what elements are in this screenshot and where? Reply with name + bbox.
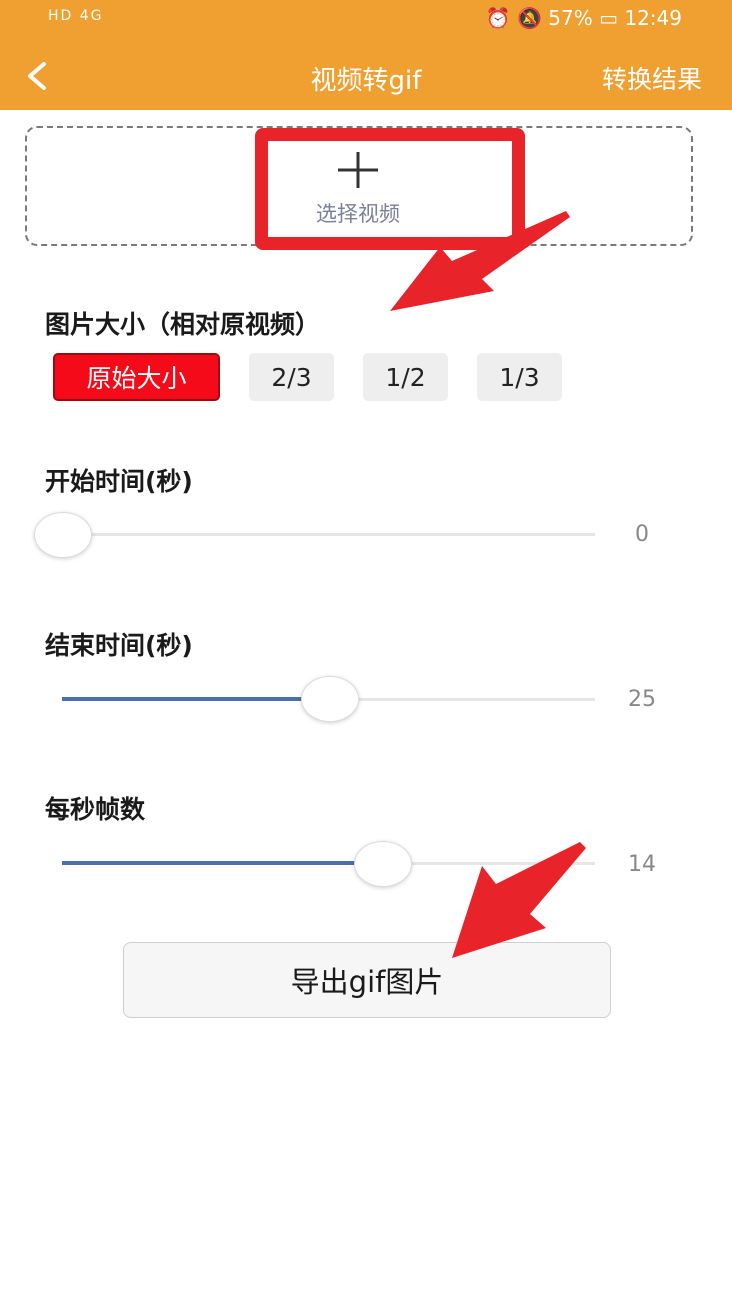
end-time-slider-fill: [62, 697, 328, 701]
mute-icon: 🔕: [517, 6, 542, 30]
app-header: HD 4G ⏰ 🔕 57% ▭ 12:49 视频转gif 转换结果: [0, 0, 732, 110]
status-right: ⏰ 🔕 57% ▭ 12:49: [486, 6, 682, 30]
size-option-half[interactable]: 1/2: [363, 353, 448, 401]
conversion-results-link[interactable]: 转换结果: [602, 60, 702, 96]
end-time-title: 结束时间(秒): [45, 631, 193, 660]
start-time-title: 开始时间(秒): [45, 467, 193, 496]
clock: 12:49: [624, 6, 682, 30]
status-bar: HD 4G ⏰ 🔕 57% ▭ 12:49: [0, 0, 732, 40]
battery-percent: 57%: [548, 6, 593, 30]
annotation-highlight-box: [255, 128, 525, 250]
fps-value: 14: [628, 852, 656, 877]
size-option-two-thirds[interactable]: 2/3: [249, 353, 334, 401]
image-size-title: 图片大小（相对原视频）: [45, 310, 321, 339]
size-option-one-third[interactable]: 1/3: [477, 353, 562, 401]
alarm-icon: ⏰: [485, 6, 511, 30]
export-gif-button[interactable]: 导出gif图片: [123, 942, 611, 1018]
battery-icon: ▭: [599, 6, 618, 30]
fps-title: 每秒帧数: [45, 795, 146, 824]
fps-slider-fill: [62, 861, 382, 865]
start-time-slider-thumb[interactable]: [34, 512, 92, 558]
start-time-value: 0: [635, 522, 649, 547]
end-time-slider-thumb[interactable]: [301, 676, 359, 722]
end-time-value: 25: [628, 687, 656, 712]
fps-slider-thumb[interactable]: [354, 841, 412, 887]
start-time-slider-track[interactable]: [62, 533, 595, 536]
size-option-original[interactable]: 原始大小: [53, 353, 220, 401]
network-indicator: HD 4G: [48, 8, 104, 24]
